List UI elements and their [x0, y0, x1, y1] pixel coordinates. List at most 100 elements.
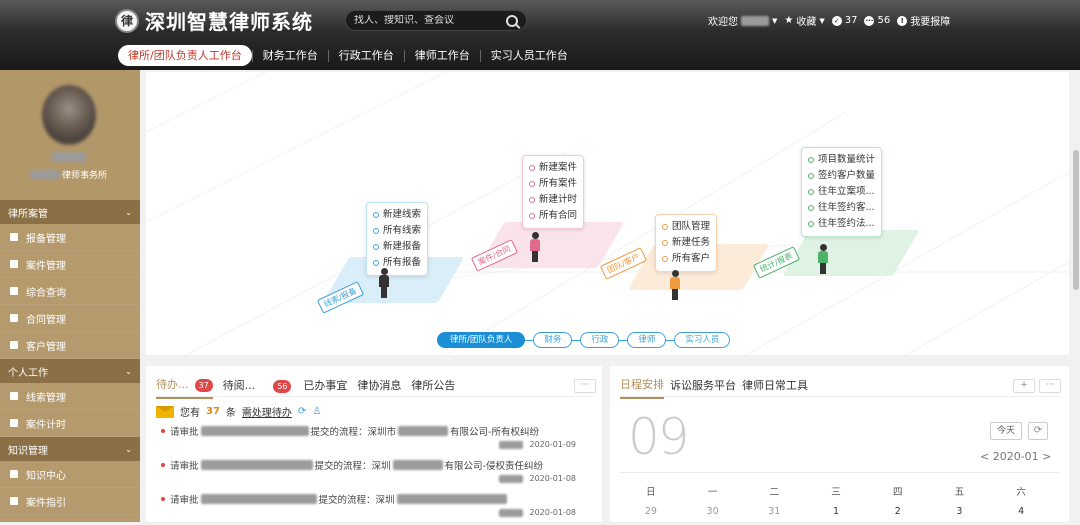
row-blurred	[499, 441, 523, 449]
doc-icon	[10, 233, 18, 241]
user-icon[interactable]: ♙	[312, 406, 321, 417]
todo-badge: 37	[194, 379, 213, 392]
more-button[interactable]: ···	[1039, 379, 1061, 393]
menu-new-task[interactable]: 新建任务	[662, 235, 710, 251]
menu-past-clients[interactable]: 往年签约客...	[808, 200, 875, 216]
add-button[interactable]: +	[1013, 379, 1035, 393]
dot-icon	[529, 197, 535, 203]
menu-new-timing[interactable]: 新建计时	[529, 192, 577, 208]
more-button[interactable]: ···	[574, 379, 596, 393]
tab-firm-notices[interactable]: 律所公告	[411, 377, 455, 398]
dot-icon	[529, 181, 535, 187]
favorites-menu[interactable]: ★ 收藏 ▼	[784, 13, 824, 28]
tab-finance-workbench[interactable]: 财务工作台	[253, 45, 328, 66]
menu-all-leads[interactable]: 所有线索	[373, 223, 421, 239]
calendar-date[interactable]: 3	[929, 506, 991, 517]
user-menu[interactable]: 欢迎您 ▼	[708, 13, 777, 28]
menu-past-filings[interactable]: 往年立案项...	[808, 184, 875, 200]
menu-client-count[interactable]: 签约客户数量	[808, 168, 875, 184]
sidebar-section-firm-cases[interactable]: 律所案管 ⌄	[0, 200, 140, 224]
calendar-row: 29 30 31 1 2 3 4	[620, 506, 1052, 517]
row-text: 请审批 提交的流程：深圳 有限公司-侵权责任纠纷	[170, 458, 543, 472]
dot-icon	[529, 165, 535, 171]
dot-icon	[529, 213, 535, 219]
refresh-icon[interactable]: ⟳	[298, 406, 306, 417]
todo-counter[interactable]: ✓ 37	[831, 15, 857, 26]
scrollbar[interactable]	[1072, 70, 1080, 522]
calendar-date[interactable]: 4	[990, 506, 1052, 517]
refresh-icon[interactable]: ⟳	[1028, 422, 1048, 440]
sidebar-item-query[interactable]: 综合查询	[0, 278, 140, 305]
tab-to-read[interactable]: 待阅... 56	[223, 377, 292, 398]
calendar-date[interactable]: 1	[805, 506, 867, 517]
calendar-date[interactable]: 30	[682, 506, 744, 517]
dot-icon	[662, 256, 668, 262]
sidebar-item-leads[interactable]: 线索管理	[0, 383, 140, 410]
menu-all-contracts[interactable]: 所有合同	[529, 208, 577, 224]
weekday-header: 日 一 二 三 四 五 六	[620, 484, 1052, 498]
tab-lawyer-tools[interactable]: 律师日常工具	[742, 377, 808, 398]
weekday-label: 六	[1016, 487, 1026, 498]
tab-done[interactable]: 已办事宜	[303, 377, 347, 398]
role-connector	[572, 339, 581, 341]
doc-icon	[10, 470, 18, 478]
tab-litigation-platform[interactable]: 诉讼服务平台	[670, 377, 736, 398]
notice-count: 37	[206, 406, 220, 417]
bubble-label: 团队管理	[672, 221, 711, 232]
list-item[interactable]: 请审批 提交的流程：深圳市 有限公司-所有权纠纷 2020-01-09	[161, 423, 591, 457]
menu-new-case[interactable]: 新建案件	[529, 160, 577, 176]
calendar-date[interactable]: 29	[620, 506, 682, 517]
avatar[interactable]	[42, 85, 96, 145]
role-intern[interactable]: 实习人员	[674, 332, 731, 348]
list-item[interactable]: 请审批 提交的流程：深圳 有限公司-侵权责任纠纷 2020-01-08	[161, 457, 591, 491]
section-title: 个人工作	[8, 367, 48, 379]
role-admin[interactable]: 行政	[580, 332, 620, 348]
report-issue-link[interactable]: ! 我要报障	[897, 13, 950, 28]
search-box[interactable]	[345, 10, 527, 31]
list-item[interactable]: 请审批 提交的流程：深圳 2020-01-08	[161, 491, 591, 525]
sidebar-item-case-guide[interactable]: 案件指引	[0, 488, 140, 515]
menu-all-cases[interactable]: 所有案件	[529, 176, 577, 192]
month-navigator[interactable]: < 2020-01 >	[980, 450, 1051, 463]
sidebar-item-cases[interactable]: 案件管理	[0, 251, 140, 278]
sidebar-item-filing[interactable]: 报备管理	[0, 224, 140, 251]
sidebar-item-timing[interactable]: 案件计时	[0, 410, 140, 437]
menu-new-lead[interactable]: 新建线索	[373, 207, 421, 223]
bubble-label: 新建任务	[672, 237, 711, 248]
chevron-down-icon: ⌄	[125, 366, 132, 376]
role-lawyer[interactable]: 律师	[627, 332, 667, 348]
sidebar-item-clients[interactable]: 客户管理	[0, 332, 140, 359]
tab-lawyer-workbench[interactable]: 律师工作台	[405, 45, 480, 66]
menu-team-manage[interactable]: 团队管理	[662, 219, 710, 235]
search-input[interactable]	[354, 15, 506, 26]
menu-past-legal[interactable]: 往年签约法...	[808, 216, 875, 232]
role-finance[interactable]: 财务	[533, 332, 573, 348]
menu-project-count[interactable]: 项目数量统计	[808, 152, 875, 168]
role-leader[interactable]: 律所/团队负责人	[437, 332, 526, 348]
tab-leader-workbench[interactable]: 律所/团队负责人工作台	[118, 45, 252, 66]
bubble-cases: 新建案件 所有案件 新建计时 所有合同	[522, 155, 585, 229]
calendar-date[interactable]: 31	[743, 506, 805, 517]
notice-link[interactable]: 需处理待办	[242, 404, 292, 419]
scrollbar-thumb[interactable]	[1073, 150, 1079, 290]
tab-admin-workbench[interactable]: 行政工作台	[329, 45, 404, 66]
menu-all-clients[interactable]: 所有客户	[662, 251, 710, 267]
app-logo[interactable]: 律 深圳智慧律师系统	[115, 6, 313, 35]
bubble-label: 项目数量统计	[818, 154, 876, 165]
notice-prefix: 您有	[180, 408, 200, 419]
dot-icon	[373, 212, 379, 218]
sidebar-item-contracts[interactable]: 合同管理	[0, 305, 140, 332]
menu-new-filing[interactable]: 新建报备	[373, 239, 421, 255]
role-connector	[619, 339, 628, 341]
sidebar-item-knowledge-center[interactable]: 知识中心	[0, 461, 140, 488]
search-icon[interactable]	[506, 14, 518, 27]
row-date: 2020-01-09	[529, 440, 577, 449]
tab-bar-messages[interactable]: 律协消息	[357, 377, 401, 398]
message-counter[interactable]: ··· 56	[864, 15, 890, 26]
workbench-nav: 律所/团队负责人工作台 财务工作台 行政工作台 律师工作台 实习人员工作台	[118, 45, 578, 66]
sidebar-section-personal[interactable]: 个人工作 ⌄	[0, 359, 140, 383]
calendar-date[interactable]: 2	[867, 506, 929, 517]
tab-intern-workbench[interactable]: 实习人员工作台	[481, 45, 578, 66]
today-button[interactable]: 今天	[990, 422, 1022, 440]
sidebar-section-knowledge[interactable]: 知识管理 ⌄	[0, 437, 140, 461]
